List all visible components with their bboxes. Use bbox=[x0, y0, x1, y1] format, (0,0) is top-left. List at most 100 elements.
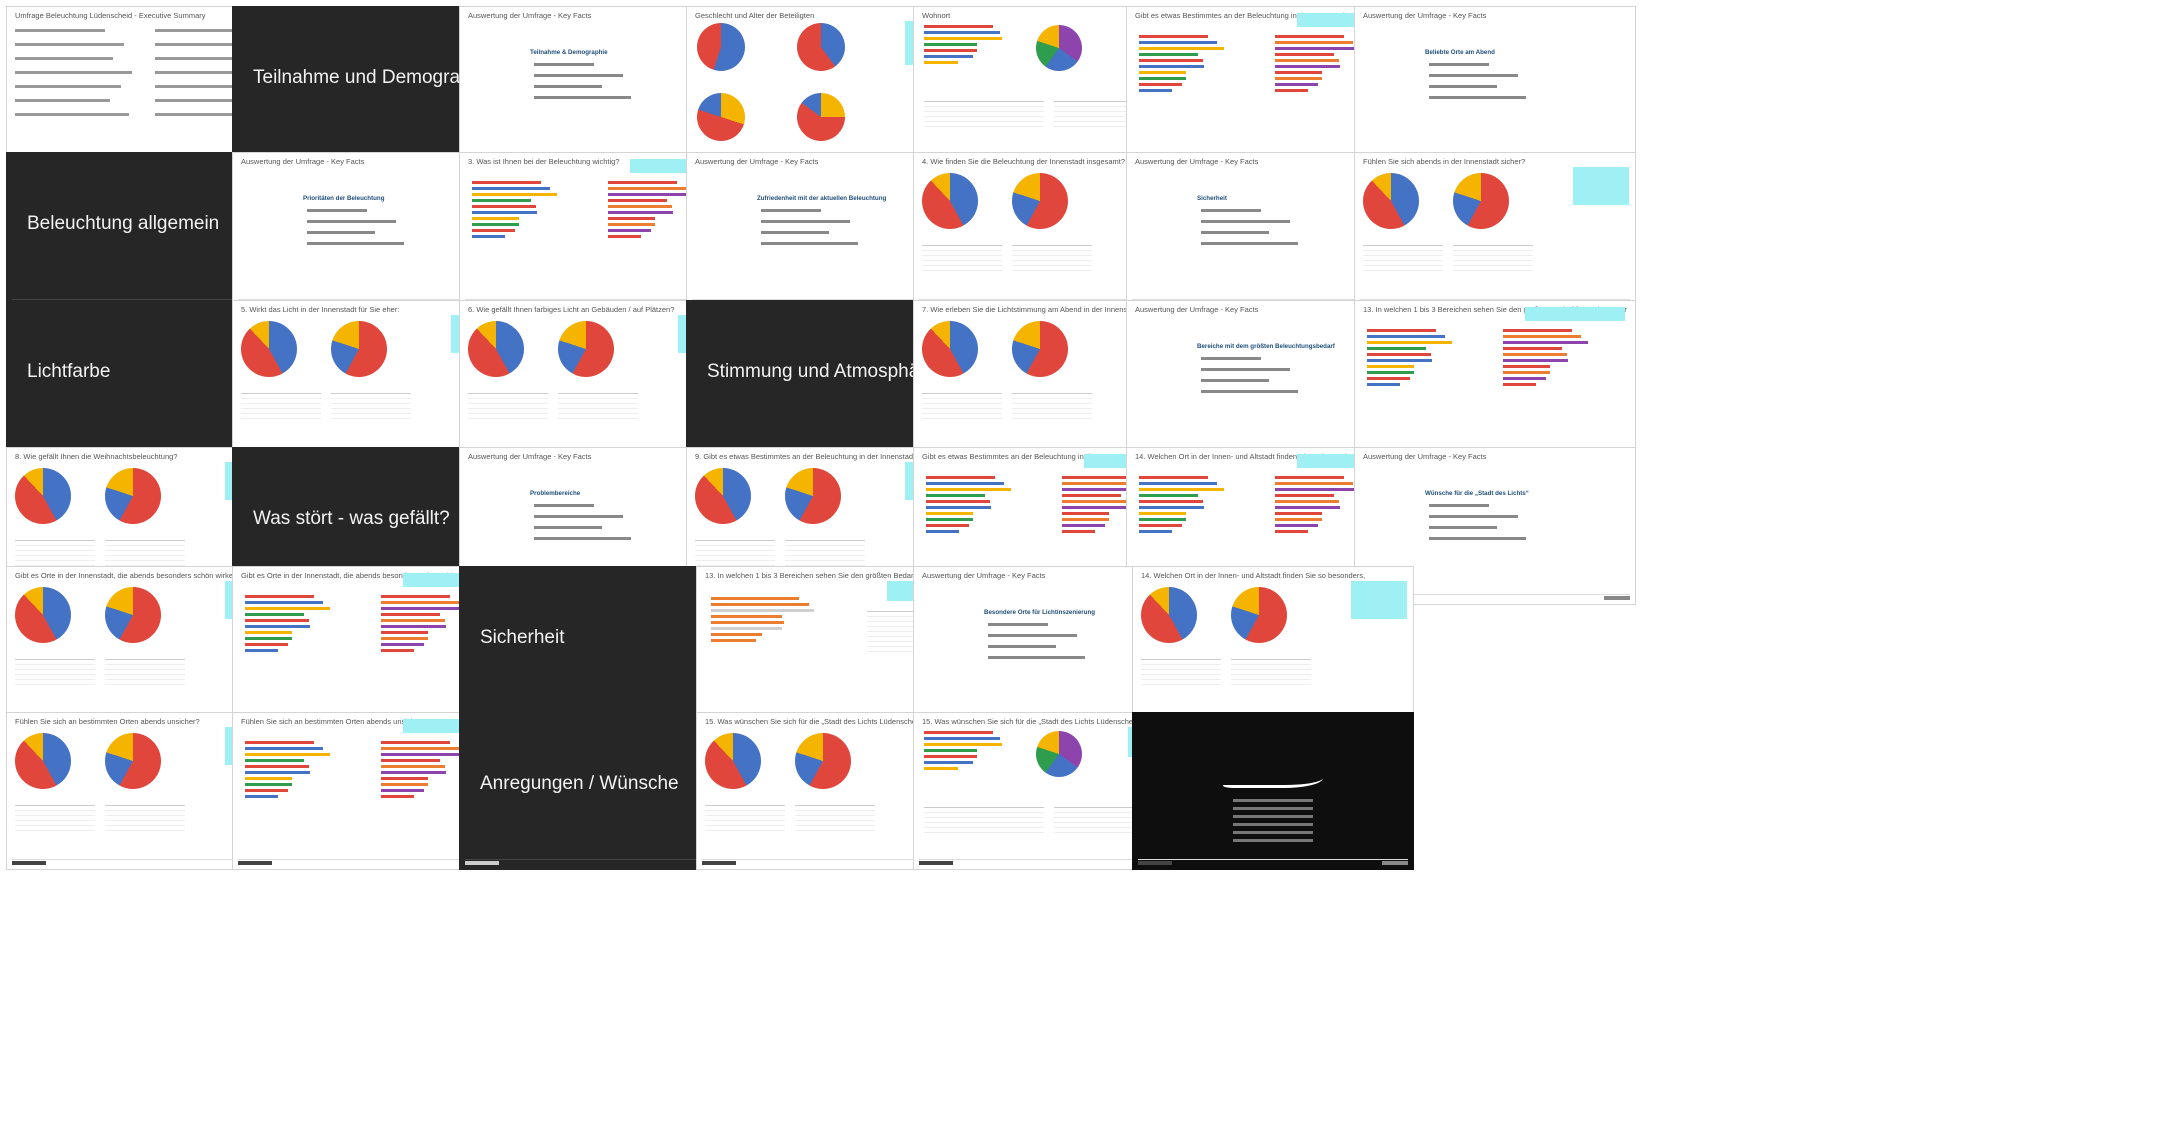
needs-ranking-bar bbox=[711, 615, 782, 618]
imprint-line bbox=[1233, 839, 1313, 842]
right-ranking-bar bbox=[1062, 518, 1109, 521]
left-ranking-bar bbox=[245, 777, 292, 780]
right-ranking-bar bbox=[381, 601, 459, 604]
pie-chart-onsite bbox=[1012, 321, 1068, 377]
left-ranking-bar bbox=[245, 753, 330, 756]
left-ranking-bar bbox=[245, 783, 292, 786]
section-title: Sicherheit bbox=[480, 627, 565, 648]
left-ranking-bar bbox=[1139, 89, 1172, 92]
right-ranking-bar bbox=[381, 771, 446, 774]
left-ranking-bar bbox=[1139, 71, 1186, 74]
left-ranking-bar bbox=[1139, 41, 1217, 44]
keyfacts-line bbox=[1429, 515, 1518, 518]
left-ranking-bar bbox=[1139, 494, 1198, 497]
data-table bbox=[705, 805, 785, 831]
slide-thumbnail[interactable] bbox=[1132, 712, 1414, 870]
right-ranking-bar bbox=[381, 619, 445, 622]
left-ranking-bar bbox=[245, 771, 310, 774]
left-ranking-bar bbox=[245, 625, 310, 628]
keyfacts-line bbox=[1201, 368, 1290, 371]
ranking-bar bbox=[924, 755, 977, 758]
right-ranking-bar bbox=[381, 777, 428, 780]
data-table bbox=[785, 540, 865, 566]
left-ranking-bar bbox=[1367, 347, 1426, 350]
left-ranking-bar bbox=[245, 631, 292, 634]
imprint-line bbox=[1233, 823, 1313, 826]
pie-chart-online bbox=[705, 733, 761, 789]
pie-chart-onsite bbox=[105, 587, 161, 643]
table-row bbox=[241, 414, 321, 419]
right-ranking-bar bbox=[1275, 494, 1334, 497]
left-ranking-bar bbox=[926, 512, 973, 515]
ranking-bar bbox=[924, 31, 1000, 34]
right-ranking-bar bbox=[608, 229, 651, 232]
slide-thumbnail[interactable]: 13. In welchen 1 bis 3 Bereichen sehen S… bbox=[1354, 300, 1636, 458]
data-table bbox=[1012, 393, 1092, 419]
right-ranking-bar bbox=[1275, 59, 1339, 62]
left-ranking-bar bbox=[245, 643, 288, 646]
right-ranking-bar bbox=[381, 783, 428, 786]
pie-chart-onsite bbox=[795, 733, 851, 789]
right-ranking-bar bbox=[1062, 500, 1126, 503]
right-ranking-bar bbox=[608, 181, 677, 184]
left-ranking-bar bbox=[1139, 77, 1186, 80]
right-ranking-bar bbox=[381, 625, 446, 628]
left-ranking-bar bbox=[472, 217, 519, 220]
left-ranking-bar bbox=[472, 187, 550, 190]
data-table bbox=[15, 805, 95, 831]
right-ranking-bar bbox=[381, 643, 424, 646]
author-logo-icon bbox=[1138, 861, 1172, 865]
slide-title: Fühlen Sie sich abends in der Innenstadt… bbox=[1363, 157, 1526, 166]
right-ranking-bar bbox=[608, 193, 693, 196]
table-row bbox=[558, 414, 638, 419]
data-table bbox=[922, 245, 1002, 271]
pie-chart-gender-onsite bbox=[797, 23, 845, 71]
left-ranking-bar bbox=[1139, 65, 1204, 68]
pie-chart-online bbox=[922, 321, 978, 377]
imprint-line bbox=[1233, 799, 1313, 802]
author-logo-icon bbox=[919, 861, 953, 865]
keyfacts-line bbox=[1429, 96, 1526, 99]
right-ranking-bar bbox=[1275, 53, 1334, 56]
left-ranking-bar bbox=[472, 211, 537, 214]
pie-chart bbox=[1036, 25, 1082, 71]
keyfacts-heading: Beliebte Orte am Abend bbox=[1425, 49, 1495, 56]
left-ranking-bar bbox=[1367, 341, 1452, 344]
keyfacts-line bbox=[1201, 357, 1261, 360]
slide-thumbnail[interactable]: Fühlen Sie sich abends in der Innenstadt… bbox=[1354, 152, 1636, 310]
pie-chart-online bbox=[15, 468, 71, 524]
left-ranking-bar bbox=[1139, 488, 1224, 491]
needs-ranking-bar bbox=[711, 627, 782, 630]
imprint-line bbox=[1233, 831, 1313, 834]
table-row bbox=[15, 680, 95, 685]
slide-thumbnail[interactable]: 14. Welchen Ort in der Innen- und Altsta… bbox=[1132, 566, 1414, 724]
keyfacts-line bbox=[534, 504, 594, 507]
left-ranking-bar bbox=[926, 506, 991, 509]
right-ranking-bar bbox=[608, 187, 686, 190]
keyfacts-line bbox=[1201, 379, 1269, 382]
slide-thumbnail[interactable]: Auswertung der Umfrage - Key Facts Belieb… bbox=[1354, 6, 1636, 164]
ranking-bar bbox=[924, 37, 1002, 40]
keyfacts-heading: Prioritäten der Beleuchtung bbox=[303, 195, 385, 202]
data-table bbox=[1453, 245, 1533, 271]
author-logo-icon bbox=[702, 861, 736, 865]
table-row bbox=[795, 826, 875, 831]
pie-chart-online bbox=[1363, 173, 1419, 229]
left-ranking-bar bbox=[245, 765, 309, 768]
needs-ranking-bar bbox=[711, 639, 756, 642]
right-ranking-bar bbox=[381, 795, 414, 798]
right-ranking-bar bbox=[381, 741, 450, 744]
right-ranking-bar bbox=[1275, 47, 1360, 50]
keyfacts-line bbox=[534, 537, 631, 540]
right-ranking-bar bbox=[381, 747, 459, 750]
keyfacts-line bbox=[307, 231, 375, 234]
keyfacts-line bbox=[307, 209, 367, 212]
ranking-bar bbox=[924, 743, 1002, 746]
table-row bbox=[924, 828, 1044, 833]
ranking-bar bbox=[924, 61, 958, 64]
table-row bbox=[1012, 266, 1092, 271]
needs-ranking-bar bbox=[711, 633, 762, 636]
highlight-callout bbox=[1351, 581, 1407, 619]
left-ranking-bar bbox=[926, 488, 1011, 491]
pie-chart-age-onsite bbox=[797, 93, 845, 141]
